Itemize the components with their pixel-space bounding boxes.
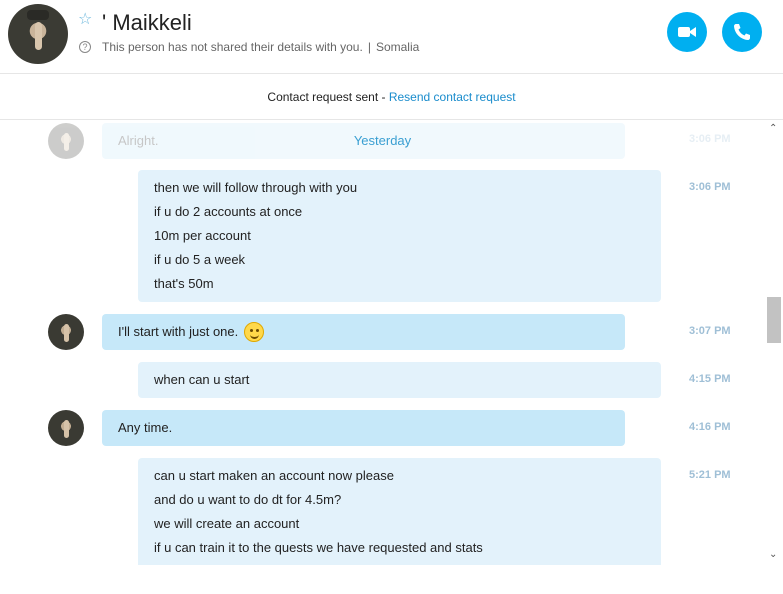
contact-name[interactable]: ' Maikkeli bbox=[102, 10, 192, 36]
incoming-message-bubble[interactable]: I'll start with just one. bbox=[102, 314, 625, 350]
outgoing-message-bubble[interactable]: can u start maken an account now please … bbox=[138, 458, 661, 565]
message-text: if u can train it to the quests we have … bbox=[154, 540, 483, 555]
contact-location: Somalia bbox=[375, 40, 420, 54]
scroll-down-icon[interactable]: ⌄ bbox=[769, 549, 777, 560]
outgoing-message-bubble[interactable]: then we will follow through with you if … bbox=[138, 170, 661, 302]
info-icon: ? bbox=[79, 41, 91, 53]
scrollbar-thumb[interactable] bbox=[767, 297, 781, 343]
smile-emoji-icon bbox=[243, 321, 264, 342]
chat-scrollbar[interactable]: ⌃ ⌄ bbox=[765, 121, 783, 565]
scroll-up-icon[interactable]: ⌃ bbox=[769, 123, 777, 134]
message-text: 10m per account bbox=[154, 228, 251, 243]
message-text: and do u want to do dt for 4.5m? bbox=[154, 492, 342, 507]
message-text: can u start maken an account now please bbox=[154, 468, 394, 483]
message-text: we will create an account bbox=[154, 516, 300, 531]
message-text: if u do 5 a week bbox=[154, 252, 246, 267]
message-list[interactable]: Alright. 3:06 PM Yesterday then we will … bbox=[0, 121, 765, 565]
incoming-message-bubble[interactable]: Any time. bbox=[102, 410, 625, 446]
date-separator: Yesterday bbox=[353, 133, 412, 148]
contact-request-bar: Contact request sent - Resend contact re… bbox=[0, 75, 783, 120]
message-time: 4:15 PM bbox=[689, 373, 731, 385]
message-text: when can u start bbox=[154, 372, 250, 387]
message-line: I'll start with just one. bbox=[102, 320, 625, 344]
contact-message-avatar[interactable] bbox=[48, 410, 84, 446]
video-camera-icon bbox=[678, 27, 696, 37]
resend-request-link[interactable]: Resend contact request bbox=[389, 90, 516, 104]
favorite-star-icon[interactable]: ☆ bbox=[78, 12, 94, 28]
conversation-header: ☆ ' Maikkeli ? This person has not share… bbox=[0, 0, 783, 74]
subline-separator: | bbox=[367, 40, 371, 54]
message-time: 4:16 PM bbox=[689, 421, 731, 433]
message-text: then we will follow through with you bbox=[154, 180, 358, 195]
message-text: Any time. bbox=[118, 420, 173, 435]
contact-subline: This person has not shared their details… bbox=[102, 40, 419, 54]
contact-message-avatar[interactable] bbox=[48, 314, 84, 350]
message-time: 3:07 PM bbox=[689, 325, 731, 337]
video-call-button[interactable] bbox=[667, 12, 707, 52]
message-time: 5:21 PM bbox=[689, 469, 731, 481]
message-text: I'll start with just one. bbox=[118, 324, 239, 339]
contact-status: This person has not shared their details… bbox=[102, 40, 363, 54]
request-status-text: Contact request sent - bbox=[267, 90, 389, 104]
message-text: if u do 2 accounts at once bbox=[154, 204, 303, 219]
audio-call-button[interactable] bbox=[722, 12, 762, 52]
message-time: 3:06 PM bbox=[689, 181, 731, 193]
phone-icon bbox=[734, 24, 750, 40]
contact-avatar[interactable] bbox=[8, 4, 68, 64]
message-text: that's 50m bbox=[154, 276, 214, 291]
outgoing-message-bubble[interactable]: when can u start bbox=[138, 362, 661, 398]
